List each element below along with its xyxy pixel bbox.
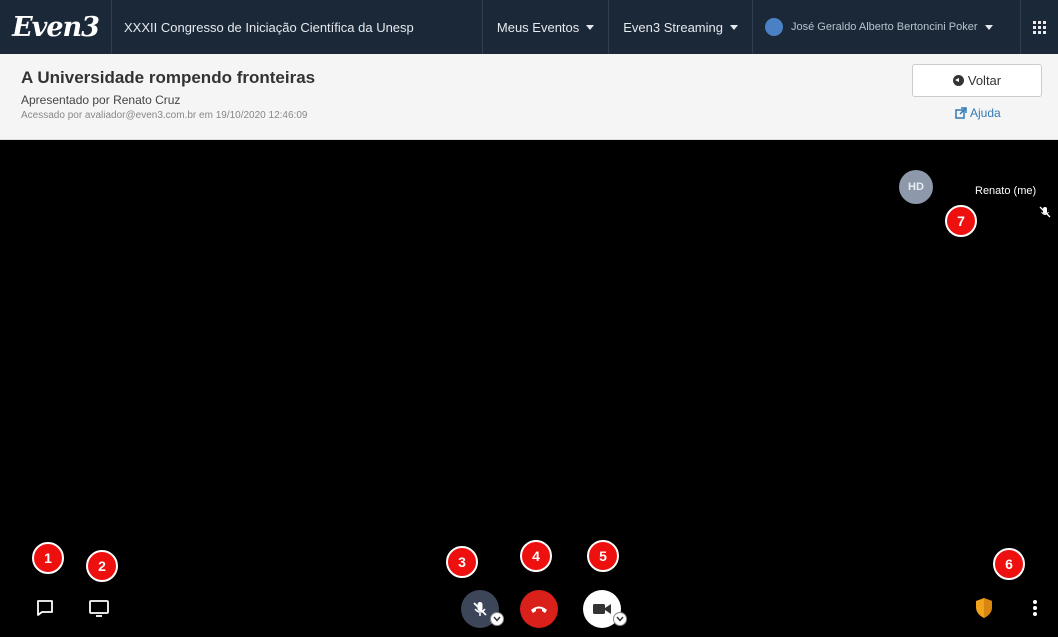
- caret-down-icon: [730, 24, 738, 30]
- back-icon: [952, 75, 964, 86]
- more-vertical-icon[interactable]: [1030, 598, 1040, 618]
- even3-streaming-menu[interactable]: Even3 Streaming: [608, 0, 752, 54]
- participant-avatar[interactable]: HD: [899, 170, 933, 204]
- session-presenter: Apresentado por Renato Cruz: [21, 93, 181, 107]
- mic-muted-icon: [1039, 206, 1051, 218]
- participant-name: Renato (me): [975, 185, 1037, 197]
- even3-logo[interactable]: Even3: [0, 0, 112, 54]
- annotation-badge-7: 7: [945, 205, 977, 237]
- streaming-label: Even3 Streaming: [623, 19, 723, 35]
- shield-icon[interactable]: [974, 597, 994, 619]
- annotation-badge-6: 6: [993, 548, 1025, 580]
- camera-options-dropdown[interactable]: [613, 612, 627, 626]
- event-title[interactable]: XXXII Congresso de Iniciação Científica …: [112, 20, 482, 35]
- session-header: A Universidade rompendo fronteiras Apres…: [0, 54, 1058, 140]
- session-access-info: Acessado por avaliador@even3.com.br em 1…: [21, 110, 308, 121]
- annotation-badge-2: 2: [86, 550, 118, 582]
- grid-apps-icon: [1033, 20, 1046, 34]
- annotation-badge-5: 5: [587, 540, 619, 572]
- meus-eventos-label: Meus Eventos: [496, 19, 580, 35]
- avatar: [765, 18, 783, 36]
- mic-options-dropdown[interactable]: [490, 612, 504, 626]
- screen-share-icon[interactable]: [88, 598, 110, 618]
- user-menu[interactable]: José Geraldo Alberto Bertoncini Poker: [752, 0, 1020, 54]
- apps-menu-button[interactable]: [1020, 0, 1058, 54]
- hangup-icon: [531, 606, 547, 613]
- annotation-badge-4: 4: [520, 540, 552, 572]
- chevron-down-icon: [616, 616, 624, 622]
- help-link[interactable]: Ajuda: [955, 106, 1001, 120]
- annotation-badge-1: 1: [32, 542, 64, 574]
- chat-icon[interactable]: [35, 598, 55, 618]
- caret-down-icon: [586, 24, 595, 30]
- mic-muted-icon: [473, 602, 487, 616]
- session-title: A Universidade rompendo fronteiras: [21, 68, 316, 87]
- annotation-badge-3: 3: [446, 546, 478, 578]
- back-label: Voltar: [967, 73, 1002, 88]
- chevron-down-icon: [493, 616, 501, 622]
- external-link-icon: [955, 107, 967, 119]
- back-button[interactable]: Voltar: [912, 64, 1042, 97]
- help-label: Ajuda: [970, 106, 1001, 120]
- user-name: José Geraldo Alberto Bertoncini Poker: [791, 21, 978, 33]
- meus-eventos-menu[interactable]: Meus Eventos: [481, 0, 608, 54]
- top-navbar: Even3 XXXII Congresso de Iniciação Cient…: [0, 0, 1058, 54]
- hangup-button[interactable]: [520, 590, 558, 628]
- caret-down-icon: [984, 24, 993, 30]
- camera-icon: [593, 604, 611, 614]
